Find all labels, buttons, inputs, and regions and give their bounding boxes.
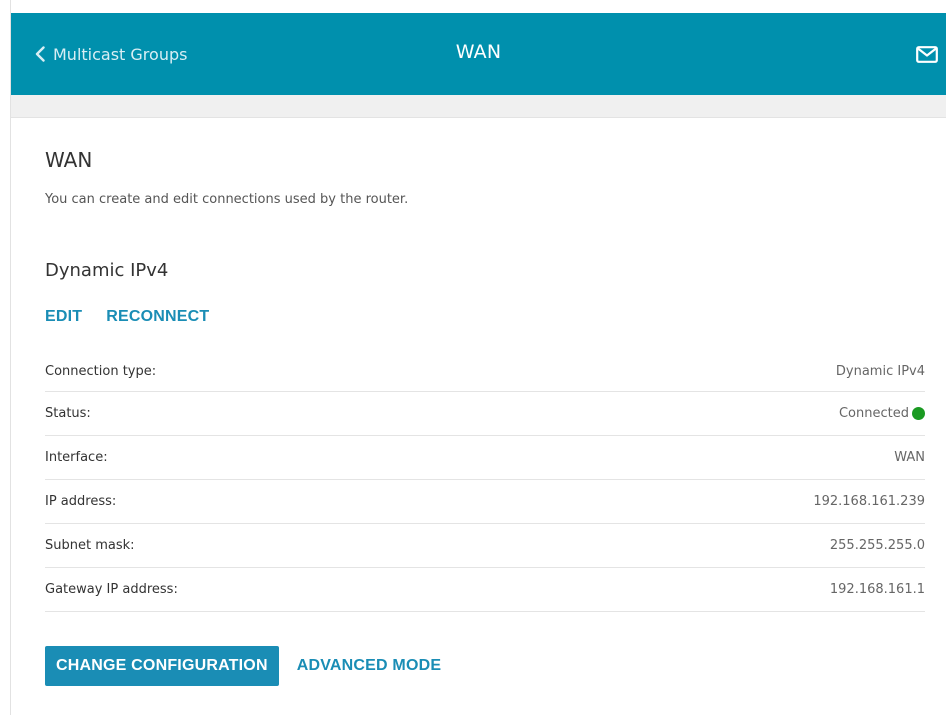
detail-value: 192.168.161.1 (829, 582, 925, 597)
reconnect-link[interactable]: RECONNECT (106, 308, 209, 326)
detail-row-interface: Interface: WAN (45, 436, 925, 480)
advanced-mode-link[interactable]: ADVANCED MODE (297, 657, 442, 675)
page-description: You can create and edit connections used… (45, 192, 409, 207)
header-title: WAN (455, 41, 502, 63)
detail-value: WAN (894, 450, 925, 465)
detail-row-ip-address: IP address: 192.168.161.239 (45, 480, 925, 524)
detail-value: Dynamic IPv4 (835, 363, 925, 379)
detail-value: Connected (839, 406, 925, 421)
detail-label: Gateway IP address: (45, 582, 178, 597)
mail-icon[interactable] (916, 46, 938, 67)
change-configuration-button[interactable]: CHANGE CONFIGURATION (45, 646, 279, 686)
status-connected-icon (912, 407, 925, 420)
detail-label: IP address: (45, 494, 117, 509)
detail-row-status: Status: Connected (45, 392, 925, 436)
connection-details: Connection type: Dynamic IPv4 Status: Co… (45, 351, 925, 612)
top-bar: Multicast Groups WAN (11, 13, 946, 95)
detail-label: Subnet mask: (45, 538, 135, 553)
detail-label: Interface: (45, 450, 108, 465)
detail-label: Status: (45, 406, 91, 421)
detail-row-gateway: Gateway IP address: 192.168.161.1 (45, 568, 925, 612)
header-shadow-band (11, 95, 946, 118)
page-title: WAN (45, 148, 93, 172)
detail-value: 192.168.161.239 (813, 494, 925, 509)
main-content: WAN You can create and edit connections … (11, 118, 946, 715)
detail-value: 255.255.255.0 (829, 538, 925, 553)
bottom-actions: CHANGE CONFIGURATION ADVANCED MODE (45, 646, 441, 686)
connection-actions: EDIT RECONNECT (45, 308, 209, 326)
edit-link[interactable]: EDIT (45, 308, 82, 326)
detail-row-subnet-mask: Subnet mask: 255.255.255.0 (45, 524, 925, 568)
connection-title: Dynamic IPv4 (45, 260, 169, 281)
detail-label: Connection type: (45, 363, 157, 379)
detail-row-connection-type: Connection type: Dynamic IPv4 (45, 351, 925, 392)
